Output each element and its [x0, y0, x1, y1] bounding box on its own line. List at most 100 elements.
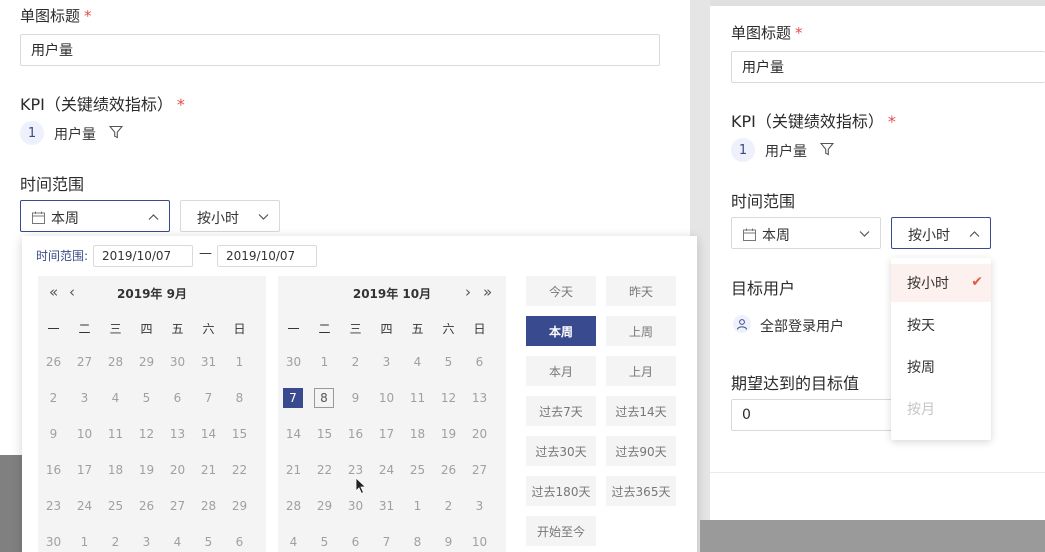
end-date-input[interactable]: 2019/10/07 [217, 245, 317, 267]
calendar-day[interactable]: 13 [464, 389, 495, 407]
calendar-day[interactable]: 16 [340, 425, 371, 443]
calendar-day[interactable]: 14 [193, 425, 224, 443]
calendar-day[interactable]: 31 [193, 353, 224, 371]
calendar-day[interactable]: 31 [371, 497, 402, 515]
calendar-day[interactable]: 27 [162, 497, 193, 515]
calendar-day[interactable]: 28 [100, 353, 131, 371]
calendar-day[interactable]: 4 [162, 533, 193, 551]
calendar-day[interactable]: 15 [309, 425, 340, 443]
calendar-day[interactable]: 16 [38, 461, 69, 479]
calendar-day[interactable]: 6 [162, 389, 193, 407]
granularity-select[interactable]: 按小时 [891, 217, 991, 249]
calendar-day[interactable]: 23 [38, 497, 69, 515]
calendar-day[interactable]: 8 [314, 388, 334, 408]
target-users-value[interactable]: 全部登录用户 [760, 316, 844, 336]
calendar-day[interactable]: 10 [69, 425, 100, 443]
calendar-day[interactable]: 7 [283, 388, 303, 408]
calendar-day[interactable]: 5 [309, 533, 340, 551]
calendar-day[interactable]: 26 [38, 353, 69, 371]
calendar-day[interactable]: 1 [309, 353, 340, 371]
quick-range-option[interactable]: 本周 [526, 316, 596, 346]
quick-range-option[interactable]: 开始至今 [526, 516, 596, 546]
next-year-button[interactable]: » [483, 283, 492, 301]
calendar-day[interactable]: 17 [371, 425, 402, 443]
range-select[interactable]: 本周 [731, 217, 881, 249]
calendar-day[interactable]: 2 [433, 497, 464, 515]
calendar-day[interactable]: 15 [224, 425, 255, 443]
calendar-day[interactable]: 4 [100, 389, 131, 407]
calendar-day[interactable]: 24 [371, 461, 402, 479]
calendar-day[interactable]: 2 [100, 533, 131, 551]
calendar-day[interactable]: 22 [309, 461, 340, 479]
calendar-day[interactable]: 5 [193, 533, 224, 551]
filter-icon[interactable] [108, 124, 124, 140]
quick-range-option[interactable]: 过去365天 [606, 476, 676, 506]
quick-range-option[interactable]: 过去7天 [526, 396, 596, 426]
calendar-day[interactable]: 9 [340, 389, 371, 407]
calendar-day[interactable]: 11 [402, 389, 433, 407]
calendar-day[interactable]: 28 [278, 497, 309, 515]
next-month-button[interactable]: › [465, 283, 471, 301]
quick-range-option[interactable]: 昨天 [606, 276, 676, 306]
calendar-day[interactable]: 29 [131, 353, 162, 371]
granularity-option[interactable]: 按天 [891, 306, 991, 344]
calendar-day[interactable]: 7 [371, 533, 402, 551]
calendar-day[interactable]: 1 [69, 533, 100, 551]
calendar-day[interactable]: 3 [371, 353, 402, 371]
calendar-day[interactable]: 18 [100, 461, 131, 479]
calendar-day[interactable]: 8 [224, 389, 255, 407]
calendar-day[interactable]: 17 [69, 461, 100, 479]
quick-range-option[interactable]: 过去90天 [606, 436, 676, 466]
calendar-day[interactable]: 18 [402, 425, 433, 443]
calendar-day[interactable]: 6 [224, 533, 255, 551]
calendar-day[interactable]: 24 [69, 497, 100, 515]
calendar-day[interactable]: 29 [224, 497, 255, 515]
calendar-day[interactable]: 1 [402, 497, 433, 515]
calendar-day[interactable]: 6 [340, 533, 371, 551]
calendar-day[interactable]: 5 [433, 353, 464, 371]
calendar-day[interactable]: 19 [433, 425, 464, 443]
quick-range-option[interactable]: 上月 [606, 356, 676, 386]
calendar-day[interactable]: 2 [38, 389, 69, 407]
filter-icon[interactable] [819, 141, 835, 157]
calendar-day[interactable]: 21 [278, 461, 309, 479]
quick-range-option[interactable]: 过去30天 [526, 436, 596, 466]
calendar-day[interactable]: 22 [224, 461, 255, 479]
title-input[interactable]: 用户量 [731, 51, 1045, 83]
calendar-day[interactable]: 19 [131, 461, 162, 479]
calendar-day[interactable]: 20 [162, 461, 193, 479]
calendar-day[interactable]: 25 [100, 497, 131, 515]
range-select[interactable]: 本周 [20, 200, 170, 232]
calendar-day[interactable]: 20 [464, 425, 495, 443]
calendar-day[interactable]: 13 [162, 425, 193, 443]
calendar-day[interactable]: 27 [464, 461, 495, 479]
calendar-day[interactable]: 26 [131, 497, 162, 515]
calendar-day[interactable]: 9 [38, 425, 69, 443]
quick-range-option[interactable]: 本月 [526, 356, 596, 386]
calendar-day[interactable]: 4 [402, 353, 433, 371]
calendar-day[interactable]: 2 [340, 353, 371, 371]
calendar-day[interactable]: 30 [38, 533, 69, 551]
granularity-select[interactable]: 按小时 [180, 200, 280, 232]
calendar-day[interactable]: 27 [69, 353, 100, 371]
granularity-option[interactable]: 按周 [891, 348, 991, 386]
calendar-day[interactable]: 7 [193, 389, 224, 407]
calendar-day[interactable]: 30 [278, 353, 309, 371]
quick-range-option[interactable]: 上周 [606, 316, 676, 346]
calendar-day[interactable]: 10 [371, 389, 402, 407]
granularity-option[interactable]: 按小时 ✔ [891, 264, 991, 302]
calendar-day[interactable]: 30 [162, 353, 193, 371]
calendar-day[interactable]: 26 [433, 461, 464, 479]
calendar-day[interactable]: 9 [433, 533, 464, 551]
calendar-day[interactable]: 10 [464, 533, 495, 551]
calendar-day[interactable]: 3 [464, 497, 495, 515]
calendar-day[interactable]: 1 [224, 353, 255, 371]
calendar-day[interactable]: 6 [464, 353, 495, 371]
calendar-day[interactable]: 3 [69, 389, 100, 407]
calendar-day[interactable]: 21 [193, 461, 224, 479]
calendar-day[interactable]: 28 [193, 497, 224, 515]
calendar-day[interactable]: 30 [340, 497, 371, 515]
calendar-day[interactable]: 8 [402, 533, 433, 551]
calendar-day[interactable]: 25 [402, 461, 433, 479]
calendar-day[interactable]: 5 [131, 389, 162, 407]
